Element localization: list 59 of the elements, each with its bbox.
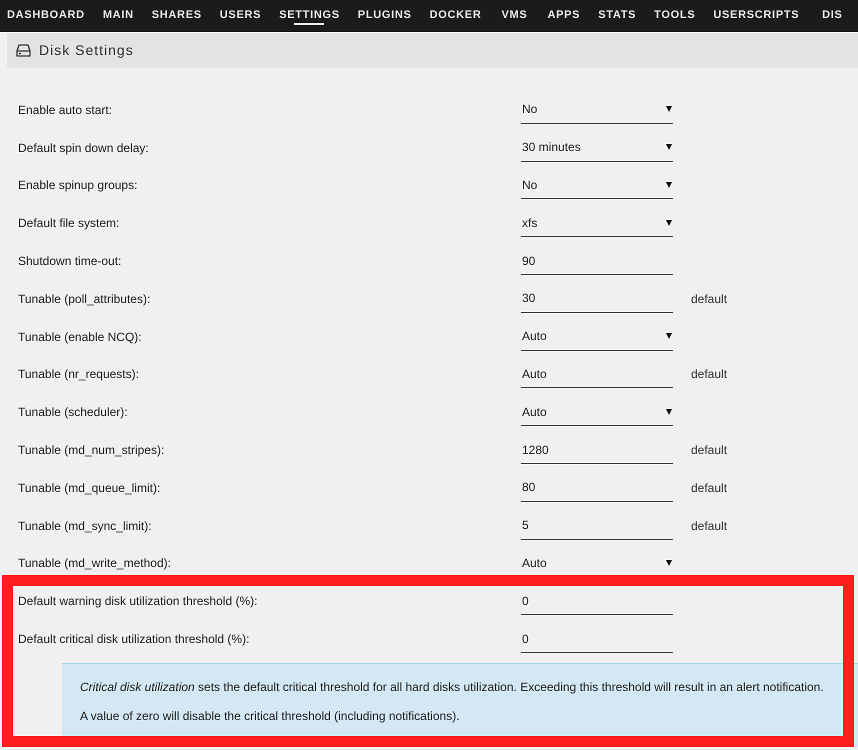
caret-down-icon [666, 408, 672, 415]
caret-down-icon [666, 560, 672, 566]
nav-tab[interactable]: DASHBOARD [7, 0, 85, 25]
caret-down-icon [666, 182, 672, 188]
setting-label: Tunable (md_sync_limit): [18, 518, 153, 535]
dropdown[interactable]: xfs [521, 209, 673, 238]
help-text: A value of zero will disable the critical threshold (including notifications). [80, 708, 461, 723]
input-field[interactable]: 0 [521, 625, 673, 654]
nav-tab[interactable]: VMS [499, 0, 530, 25]
panel-title: Disk Settings [39, 41, 134, 60]
nav-tab[interactable]: USERSCRIPTS [713, 0, 800, 25]
setting-label: Tunable (enable NCQ): [18, 328, 143, 346]
caret-down-icon [666, 106, 672, 112]
setting-label: Tunable (md_queue_limit): [18, 480, 162, 497]
setting-label: Default warning disk utilization threshold (%): [18, 593, 258, 610]
nav-tab[interactable]: SETTINGS [279, 0, 340, 25]
caret-down-icon [666, 333, 672, 340]
nav-tab[interactable]: DOCKER [430, 0, 482, 25]
setting-label: Default critical disk utilization threshold (%): [18, 631, 250, 648]
nav-tab[interactable]: DIS [817, 0, 848, 25]
default-hint: default [691, 290, 728, 308]
help-text: Critical disk utilization sets the default critical threshold for all hard disks utilization. Exceeding this threshold will result in an alert notification. [80, 680, 825, 694]
input-field[interactable]: 90 [521, 247, 673, 276]
input-field[interactable]: 80 [521, 474, 673, 502]
nav-tab[interactable]: SHARES [152, 0, 202, 25]
input-field[interactable]: 5 [521, 512, 673, 540]
default-hint: default [691, 518, 728, 535]
dropdown[interactable]: No [521, 171, 673, 200]
nav-tab[interactable]: APPS [547, 0, 580, 25]
nav-tab[interactable]: STATS [598, 0, 636, 25]
nav-tab[interactable]: TOOLS [654, 0, 696, 25]
setting-label: Enable spinup groups: [18, 177, 138, 194]
setting-label: Tunable (nr_requests): [18, 366, 140, 384]
nav-tab[interactable]: PLUGINS [358, 0, 412, 25]
nav-tab[interactable]: USERS [220, 0, 262, 25]
dropdown[interactable]: Auto [521, 549, 673, 578]
setting-label: Tunable (scheduler): [18, 404, 129, 422]
default-hint: default [691, 442, 728, 460]
setting-label: Default spin down delay: [18, 140, 150, 157]
caret-down-icon [666, 144, 672, 150]
input-field[interactable]: 30 [521, 284, 673, 313]
default-hint: default [691, 480, 728, 497]
setting-label: Shutdown time-out: [18, 253, 122, 270]
nav-tab[interactable]: MAIN [102, 0, 134, 25]
setting-label: Enable auto start: [18, 102, 114, 119]
input-field[interactable]: Auto [521, 360, 673, 388]
hard-drive-icon [16, 44, 31, 57]
input-field[interactable]: 0 [521, 587, 673, 616]
setting-label: Default file system: [18, 215, 120, 232]
caret-down-icon [666, 220, 672, 226]
dropdown[interactable]: Auto [521, 322, 673, 351]
dropdown[interactable]: No [521, 96, 673, 124]
input-field[interactable]: 1280 [521, 436, 673, 464]
default-hint: default [691, 366, 728, 384]
setting-label: Tunable (poll_attributes): [18, 290, 152, 308]
dropdown[interactable]: Auto [521, 398, 673, 426]
dropdown[interactable]: 30 minutes [521, 134, 673, 162]
setting-label: Tunable (md_num_stripes): [18, 442, 166, 460]
setting-label: Tunable (md_write_method): [18, 555, 172, 572]
